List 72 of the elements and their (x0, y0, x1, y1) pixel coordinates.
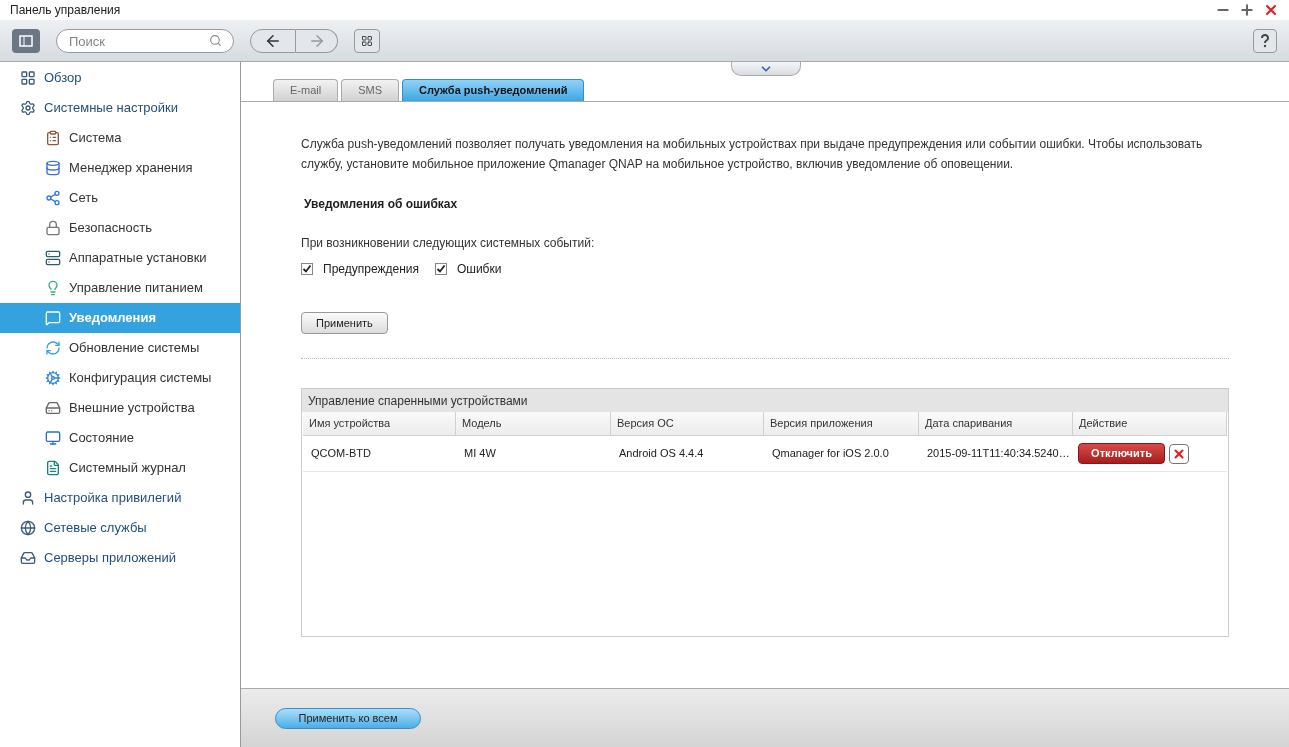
search-field[interactable]: Поиск (56, 29, 234, 53)
sidebar-item[interactable]: Менеджер хранения (0, 153, 240, 183)
server-icon (45, 250, 61, 266)
tab[interactable]: Служба push-уведомлений (402, 79, 585, 101)
close-icon (1172, 446, 1186, 461)
search-icon (209, 33, 222, 47)
sidebar-item[interactable]: Обзор (0, 63, 240, 93)
table-cell: 2015-09-11T11:40:34.5240… (919, 436, 1073, 472)
database-icon (45, 160, 61, 176)
table-cell: Qmanager for iOS 2.0.0 (764, 436, 919, 472)
sidebar-item[interactable]: Настройка привилегий (0, 483, 240, 513)
panel-icon (19, 34, 33, 47)
network-icon (45, 190, 61, 206)
grid-icon (361, 34, 373, 47)
sidebar-item[interactable]: Конфигурация системы (0, 363, 240, 393)
monitor-icon (45, 430, 61, 446)
column-header: Версия приложения (764, 412, 919, 436)
description-text: Служба push-уведомлений позволяет получать уведомления на мобильных устройствах при выдаче предупреждения или событии ошибки. Чтобы использовать службу, установите мобильное приложение Qmanager QNAP на мобильное устройство, включив уведомление об оповещении. (301, 136, 1204, 173)
checkbox[interactable] (301, 263, 313, 275)
disconnect-button[interactable]: Отключить (1078, 443, 1165, 464)
events-label: При возникновении следующих системных событий: (301, 235, 596, 252)
gear-icon (20, 100, 36, 116)
lock-icon (45, 220, 61, 236)
inbox-icon (20, 550, 36, 566)
lightbulb-icon (45, 280, 61, 296)
checkbox-label: Предупреждения (323, 261, 419, 278)
sidebar-item[interactable]: Серверы приложений (0, 543, 240, 573)
apply-button[interactable]: Применить (301, 312, 388, 334)
checkbox[interactable] (434, 263, 447, 275)
user-icon (20, 490, 36, 506)
sidebar-item[interactable]: Управление питанием (0, 273, 240, 303)
column-header: Версия ОС (611, 412, 764, 436)
section-title: Уведомления об ошибках (304, 196, 459, 213)
sidebar-item[interactable]: Обновление системы (0, 333, 240, 363)
column-header: Имя устройства (303, 412, 456, 436)
sidebar-item[interactable]: Система (0, 123, 240, 153)
window-title: Панель управления (10, 2, 121, 19)
sidebar-item[interactable]: Аппаратные установки (0, 243, 240, 273)
sidebar-item[interactable]: Внешние устройства (0, 393, 240, 423)
message-icon (45, 310, 61, 326)
tab[interactable]: E-mail (273, 79, 339, 101)
refresh-icon (45, 340, 61, 356)
delete-button[interactable] (1169, 443, 1189, 464)
help-button[interactable] (1253, 28, 1277, 53)
table-cell: Android OS 4.4.4 (611, 436, 764, 472)
grid-icon (20, 70, 36, 86)
sidebar-item[interactable]: Сеть (0, 183, 240, 213)
clipboard-icon (45, 130, 61, 146)
back-button[interactable] (250, 28, 296, 53)
checkbox-label: Ошибки (456, 261, 502, 278)
panel-title: Управление спаренными устройствами (308, 392, 528, 410)
column-header: Модель (456, 412, 611, 436)
apply-all-button[interactable]: Применить ко всем (275, 707, 421, 729)
sidebar-item[interactable]: Безопасность (0, 213, 240, 243)
question-mark-icon (1260, 33, 1270, 48)
maximize-icon[interactable] (1239, 2, 1255, 18)
sidebar-item[interactable]: Сетевые службы (0, 513, 240, 543)
apps-button[interactable] (354, 28, 380, 53)
table-cell: MI 4W (456, 436, 611, 472)
globe-icon (20, 520, 36, 536)
sidebar-item[interactable]: Системные настройки (0, 93, 240, 123)
tab[interactable]: SMS (341, 79, 399, 101)
gear-icon (45, 370, 61, 386)
sidebar-toggle-button[interactable] (12, 28, 40, 53)
close-icon[interactable] (1263, 2, 1279, 18)
column-header: Действие (1073, 412, 1227, 436)
sidebar-item[interactable]: Системный журнал (0, 453, 240, 483)
log-file-icon (45, 460, 61, 476)
table-cell: QCOM-BTD (303, 436, 456, 472)
column-header: Дата спаривания (919, 412, 1073, 436)
drive-icon (45, 400, 61, 416)
sidebar-item[interactable]: Состояние (0, 423, 240, 453)
